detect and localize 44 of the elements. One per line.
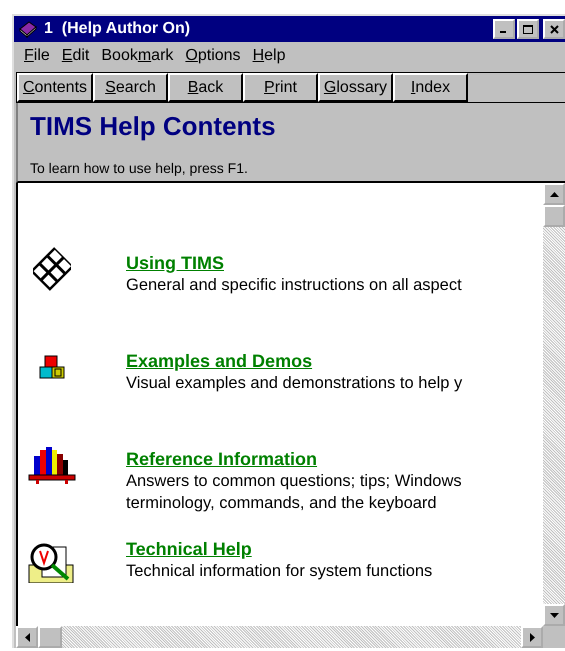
magnifier-document-icon (28, 543, 76, 583)
topic-link[interactable]: Examples and Demos (126, 351, 312, 371)
topic-link[interactable]: Using TIMS (126, 253, 224, 273)
toolbar-button[interactable]: Search (93, 73, 168, 102)
left-arrow-icon (24, 632, 30, 642)
topic-link[interactable]: Reference Information (126, 449, 318, 469)
resize-grip[interactable] (543, 626, 565, 648)
toolbar-button[interactable]: Glossary (318, 73, 393, 102)
toolbar-button[interactable]: Print (243, 73, 318, 102)
scroll-down-button[interactable] (543, 604, 565, 626)
topic-description: Technical information for system functions (126, 561, 432, 582)
topic-description: Answers to common questions; tips; Windows terminology, commands, and the keyboard (126, 471, 463, 514)
scroll-up-button[interactable] (543, 183, 565, 205)
maximize-icon (523, 24, 533, 34)
menu-item[interactable]: Help (246, 47, 292, 65)
toolbar-button[interactable]: Index (393, 73, 468, 102)
alphabet-blocks-icon (39, 355, 65, 379)
book-icon (18, 20, 38, 38)
scroll-thumb[interactable] (38, 626, 62, 648)
menu-item[interactable]: Options (179, 47, 247, 65)
maximize-button[interactable] (517, 19, 539, 39)
close-icon (550, 24, 558, 34)
right-arrow-icon (530, 632, 534, 642)
menu-item[interactable]: Edit (56, 47, 96, 65)
topic-description: General and specific instructions on all aspect (126, 275, 462, 296)
help-hint: To learn how to use help, press F1. (30, 160, 249, 176)
minimize-button[interactable] (493, 19, 515, 39)
close-button[interactable] (543, 19, 565, 39)
bookshelf-icon (28, 446, 76, 484)
scroll-thumb[interactable] (543, 205, 565, 227)
toolbar-button[interactable]: Back (168, 73, 243, 102)
topic-link[interactable]: Technical Help (126, 539, 252, 559)
scroll-left-button[interactable] (16, 626, 38, 648)
topic-description: Visual examples and demonstrations to help y (126, 373, 462, 394)
menu-item[interactable]: File (18, 47, 56, 65)
toolbar-button[interactable]: Contents (17, 73, 93, 102)
down-arrow-icon (550, 612, 558, 618)
horizontal-scrollbar[interactable] (16, 626, 565, 648)
menu-item[interactable]: Bookmark (95, 47, 180, 65)
window-title: 1 (Help Author On) (44, 20, 190, 38)
page-heading: TIMS Help Contents (30, 111, 277, 142)
up-arrow-icon (550, 192, 558, 196)
vertical-scrollbar[interactable] (543, 183, 565, 626)
scroll-right-button[interactable] (521, 626, 543, 648)
